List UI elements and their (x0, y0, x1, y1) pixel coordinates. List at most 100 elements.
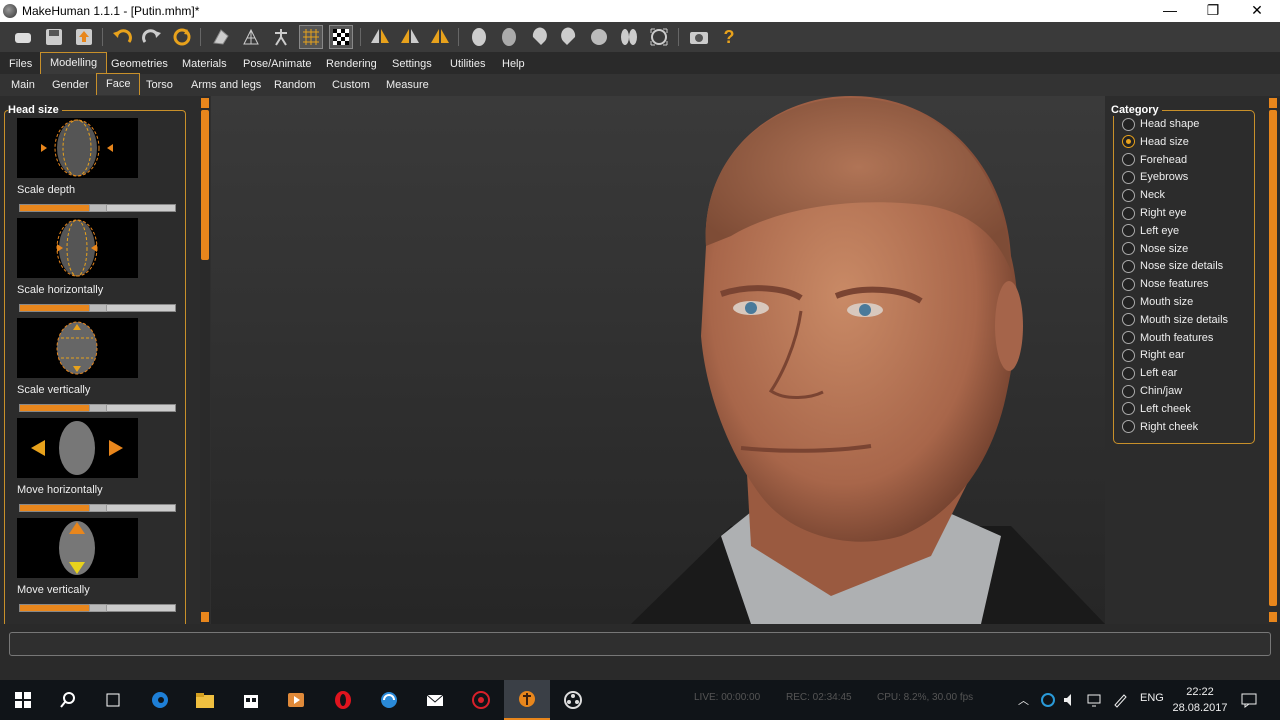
radio-circle[interactable] (1122, 384, 1135, 398)
new-file-icon[interactable] (11, 25, 35, 49)
category-radio-mouth-features[interactable]: Mouth features (1122, 330, 1213, 346)
radio-circle[interactable] (1122, 117, 1135, 131)
tab-geometries[interactable]: Geometries (102, 54, 177, 74)
undo-icon[interactable] (110, 25, 134, 49)
scroll-down-arrow[interactable] (1269, 612, 1277, 622)
tab-materials[interactable]: Materials (173, 54, 236, 74)
subtab-gender[interactable]: Gender (43, 75, 98, 95)
makehuman-taskbar-icon[interactable] (504, 680, 550, 720)
grid-icon[interactable] (299, 25, 323, 49)
scroll-thumb[interactable] (1269, 110, 1277, 606)
category-radio-chin-jaw[interactable]: Chin/jaw (1122, 383, 1182, 399)
back-view-icon[interactable] (497, 25, 521, 49)
subtab-custom[interactable]: Custom (323, 75, 379, 95)
right-view-icon[interactable] (557, 25, 581, 49)
scroll-up-arrow[interactable] (201, 98, 209, 108)
category-radio-nose-features[interactable]: Nose features (1122, 276, 1208, 292)
category-radio-mouth-size[interactable]: Mouth size (1122, 294, 1193, 310)
radio-circle[interactable] (1122, 277, 1135, 291)
symmetry-left-icon[interactable] (398, 25, 422, 49)
category-radio-head-shape[interactable]: Head shape (1122, 116, 1199, 132)
radio-circle[interactable] (1122, 242, 1135, 256)
radio-circle[interactable] (1122, 366, 1135, 380)
help-icon[interactable]: ? (717, 25, 741, 49)
category-radio-eyebrows[interactable]: Eyebrows (1122, 169, 1188, 185)
front-view-icon[interactable] (467, 25, 491, 49)
category-radio-right-cheek[interactable]: Right cheek (1122, 419, 1198, 435)
category-radio-right-ear[interactable]: Right ear (1122, 347, 1185, 363)
wireframe-icon[interactable] (239, 25, 263, 49)
category-radio-right-eye[interactable]: Right eye (1122, 205, 1186, 221)
checker-icon[interactable] (329, 25, 353, 49)
scroll-down-arrow[interactable] (201, 612, 209, 622)
left-scrollbar[interactable] (200, 96, 210, 624)
notifications-icon[interactable] (1240, 692, 1258, 711)
tab-pose-animate[interactable]: Pose/Animate (234, 54, 320, 74)
reset-icon[interactable] (170, 25, 194, 49)
radio-circle[interactable] (1122, 402, 1135, 416)
mail-icon[interactable] (412, 680, 458, 720)
tab-files[interactable]: Files (0, 54, 41, 74)
category-radio-forehead[interactable]: Forehead (1122, 152, 1187, 168)
export-icon[interactable] (72, 25, 96, 49)
radio-circle[interactable] (1122, 224, 1135, 238)
radio-circle[interactable] (1122, 331, 1135, 345)
radio-circle[interactable] (1122, 153, 1135, 167)
file-explorer-icon[interactable] (182, 680, 228, 720)
radio-circle[interactable] (1122, 206, 1135, 220)
task-view-icon[interactable] (90, 680, 136, 720)
category-radio-nose-size-details[interactable]: Nose size details (1122, 258, 1223, 274)
right-scrollbar[interactable] (1268, 96, 1278, 624)
restore-button[interactable]: ❐ (1190, 0, 1236, 22)
opera-icon[interactable] (320, 680, 366, 720)
category-radio-left-ear[interactable]: Left ear (1122, 365, 1177, 381)
reset-camera-icon[interactable] (647, 25, 671, 49)
tray-expand-icon[interactable]: ︿ (1018, 692, 1029, 708)
radio-circle[interactable] (1122, 420, 1135, 434)
windows-start-icon[interactable] (0, 680, 46, 720)
tab-utilities[interactable]: Utilities (441, 54, 494, 74)
volume-icon[interactable] (1062, 692, 1078, 711)
category-radio-mouth-size-details[interactable]: Mouth size details (1122, 312, 1228, 328)
scale-horizontally-slider[interactable] (19, 304, 176, 312)
scale-vertically-slider[interactable] (19, 404, 176, 412)
symmetry-right-icon[interactable] (368, 25, 392, 49)
subtab-main[interactable]: Main (2, 75, 44, 95)
store-icon[interactable] (228, 680, 274, 720)
tab-rendering[interactable]: Rendering (317, 54, 386, 74)
move-vertically-slider[interactable] (19, 604, 176, 612)
screenshot-icon[interactable] (687, 25, 711, 49)
radio-circle[interactable] (1122, 135, 1135, 149)
category-radio-left-eye[interactable]: Left eye (1122, 223, 1179, 239)
browser-icon[interactable] (366, 680, 412, 720)
media-player-icon[interactable] (273, 680, 319, 720)
tab-modelling[interactable]: Modelling (40, 52, 108, 74)
radio-circle[interactable] (1122, 259, 1135, 273)
bottom-view-icon[interactable] (617, 25, 641, 49)
network-icon[interactable] (1086, 692, 1102, 711)
minimize-button[interactable]: — (1147, 0, 1193, 22)
scale-depth-slider[interactable] (19, 204, 176, 212)
app-red-icon[interactable] (458, 680, 504, 720)
category-radio-nose-size[interactable]: Nose size (1122, 241, 1188, 257)
scroll-up-arrow[interactable] (1269, 98, 1277, 108)
3d-viewport[interactable] (211, 96, 1105, 624)
obs-icon[interactable] (550, 680, 596, 720)
radio-circle[interactable] (1122, 348, 1135, 362)
tab-help[interactable]: Help (493, 54, 534, 74)
subtab-face[interactable]: Face (96, 73, 141, 95)
left-view-icon[interactable] (527, 25, 551, 49)
scroll-thumb[interactable] (201, 110, 209, 260)
tray-app-icon[interactable] (1040, 692, 1056, 711)
category-radio-head-size[interactable]: Head size (1122, 134, 1189, 150)
close-button[interactable]: ✕ (1234, 0, 1280, 22)
redo-icon[interactable] (140, 25, 164, 49)
skeleton-icon[interactable] (269, 25, 293, 49)
symmetry-icon[interactable] (428, 25, 452, 49)
tab-settings[interactable]: Settings (383, 54, 441, 74)
pen-icon[interactable] (1112, 692, 1128, 711)
subtab-random[interactable]: Random (265, 75, 325, 95)
top-view-icon[interactable] (587, 25, 611, 49)
save-icon[interactable] (42, 25, 66, 49)
category-radio-left-cheek[interactable]: Left cheek (1122, 401, 1191, 417)
